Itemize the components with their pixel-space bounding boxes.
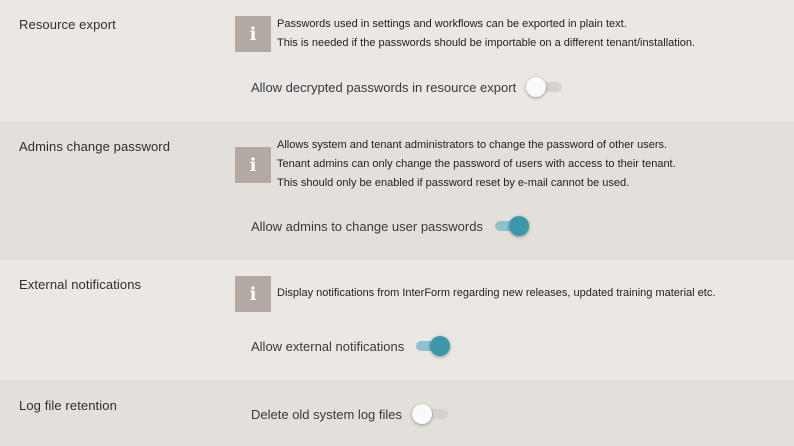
section-log-file-retention: Log file retention Delete old system log… — [0, 380, 794, 446]
section-external-notifications: External notifications ℹ Display notific… — [0, 260, 794, 380]
info-icon: ℹ — [235, 147, 271, 183]
toggle-knob[interactable] — [508, 216, 529, 236]
info-icon: ℹ — [235, 276, 271, 312]
toggle-label: Allow decrypted passwords in resource ex… — [251, 79, 517, 95]
delete-old-logs-toggle[interactable] — [412, 404, 449, 424]
toggle-knob[interactable] — [430, 336, 451, 356]
info-line: This is needed if the passwords should b… — [277, 37, 696, 49]
toggle-label: Allow admins to change user passwords — [251, 218, 483, 234]
admins-change-password-toggle[interactable] — [493, 216, 529, 236]
toggle-row: Allow admins to change user passwords — [251, 216, 529, 236]
section-title: External notifications — [19, 277, 142, 292]
section-admins-change-password: Admins change password ℹ Allows system a… — [0, 121, 794, 260]
section-title: Resource export — [19, 17, 116, 32]
toggle-row: Allow external notifications — [251, 336, 451, 356]
info-text: Display notifications from InterForm reg… — [277, 284, 715, 303]
toggle-label: Allow external notifications — [251, 338, 405, 354]
info-text: Allows system and tenant administrators … — [277, 136, 676, 193]
info-line: Display notifications from InterForm reg… — [277, 287, 716, 299]
info-line: Passwords used in settings and workflows… — [277, 18, 627, 30]
external-notifications-toggle[interactable] — [414, 336, 451, 356]
info-line: This should only be enabled if password … — [277, 177, 630, 189]
toggle-knob[interactable] — [526, 77, 547, 97]
decrypted-passwords-toggle[interactable] — [526, 77, 563, 97]
toggle-row: Delete old system log files — [251, 404, 449, 424]
section-title: Log file retention — [19, 398, 117, 413]
toggle-label: Delete old system log files — [251, 406, 403, 422]
toggle-knob[interactable] — [412, 404, 433, 424]
toggle-row: Allow decrypted passwords in resource ex… — [251, 77, 563, 97]
section-title: Admins change password — [19, 139, 171, 154]
section-resource-export: Resource export ℹ Passwords used in sett… — [0, 0, 794, 121]
info-line: Tenant admins can only change the passwo… — [277, 158, 676, 170]
info-line: Allows system and tenant administrators … — [277, 139, 668, 151]
info-text: Passwords used in settings and workflows… — [277, 15, 695, 53]
info-icon: ℹ — [235, 16, 271, 52]
